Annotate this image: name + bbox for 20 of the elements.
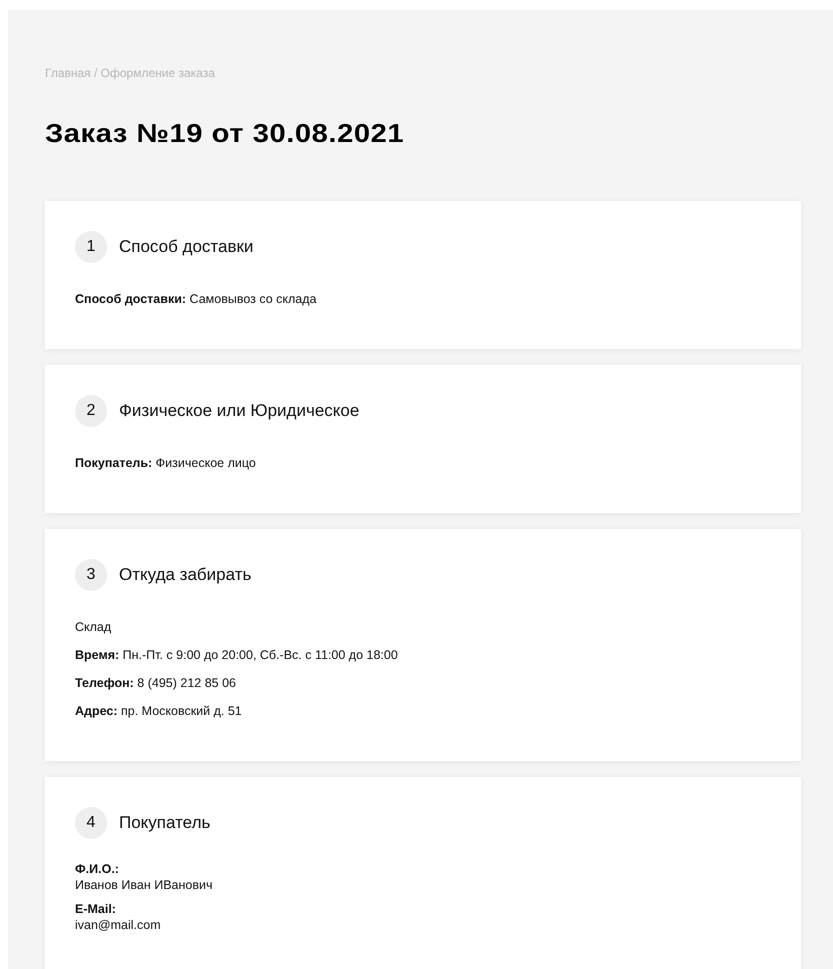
field-value: Иванов Иван ИВанович xyxy=(75,877,214,893)
section-title: Покупатель xyxy=(119,813,210,833)
breadcrumb: Главная / Оформление заказа xyxy=(45,66,216,80)
field-label: Ф.И.О.: xyxy=(75,861,120,877)
info-line: Время: Пн.-Пт. с 9:00 до 20:00, Сб.-Вс. с 11:00 до 18:00 xyxy=(75,647,399,664)
section-title: Откуда забирать xyxy=(119,565,252,585)
page-title: Заказ №19 от 30.08.2021 xyxy=(45,118,406,149)
info-line: Телефон: 8 (495) 212 85 06 xyxy=(75,675,237,692)
step-number: 1 xyxy=(75,231,107,263)
section-title: Способ доставки xyxy=(119,237,254,257)
step-number: 3 xyxy=(75,559,107,591)
info-line: Адрес: пр. Московский д. 51 xyxy=(75,703,243,720)
field-value: ivan@mail.com xyxy=(75,917,162,933)
info-line: Способ доставки: Самовывоз со склада xyxy=(75,291,318,308)
section-title: Физическое или Юридическое xyxy=(119,401,360,421)
field-label: E-Mail: xyxy=(75,901,117,917)
info-line: Покупатель: Физическое лицо xyxy=(75,455,257,472)
info-line: Склад xyxy=(75,619,112,636)
step-number: 2 xyxy=(75,395,107,427)
step-number: 4 xyxy=(75,807,107,839)
